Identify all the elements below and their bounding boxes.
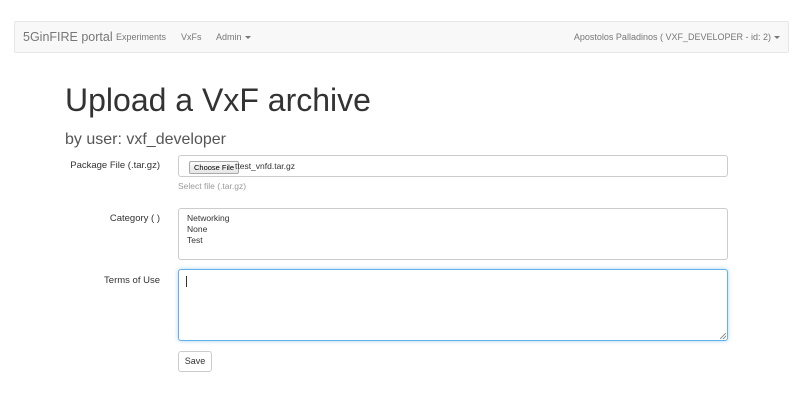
category-option-networking[interactable]: Networking [187, 213, 719, 224]
category-select[interactable]: Networking None Test [178, 208, 728, 260]
package-file-label: Package File (.tar.gz) [70, 160, 160, 171]
category-option-test[interactable]: Test [187, 235, 719, 246]
terms-label: Terms of Use [104, 275, 160, 286]
user-menu-label: Apostolos Palladinos ( VXF_DEVELOPER - i… [573, 32, 771, 42]
package-file-help: Select file (.tar.gz) [178, 181, 247, 191]
user-menu[interactable]: Apostolos Palladinos ( VXF_DEVELOPER - i… [574, 32, 780, 42]
chevron-down-icon [244, 36, 251, 40]
top-navbar: 5GinFIRE portal Experiments VxFs Admin A… [14, 21, 789, 53]
text-cursor [186, 276, 187, 287]
page-subtitle: by user: vxf_developer [65, 131, 226, 148]
terms-textarea[interactable] [178, 269, 728, 341]
resize-handle-icon[interactable] [720, 333, 726, 339]
nav-item-admin[interactable]: Admin [216, 32, 251, 42]
category-option-none[interactable]: None [187, 224, 719, 235]
selected-file-name: ttest_vnfd.tar.gz [235, 161, 296, 171]
chevron-down-icon [774, 36, 780, 40]
nav-item-admin-label: Admin [216, 32, 242, 42]
nav-item-experiments[interactable]: Experiments [116, 32, 166, 42]
category-label: Category ( ) [109, 213, 160, 224]
brand-link[interactable]: 5GinFIRE portal [23, 30, 113, 44]
save-button[interactable]: Save [178, 351, 212, 372]
choose-file-button[interactable]: Choose File [189, 161, 240, 174]
package-file-input[interactable]: Choose File ttest_vnfd.tar.gz [178, 155, 728, 177]
nav-item-vxfs[interactable]: VxFs [181, 32, 202, 42]
page-title: Upload a VxF archive [65, 82, 371, 118]
